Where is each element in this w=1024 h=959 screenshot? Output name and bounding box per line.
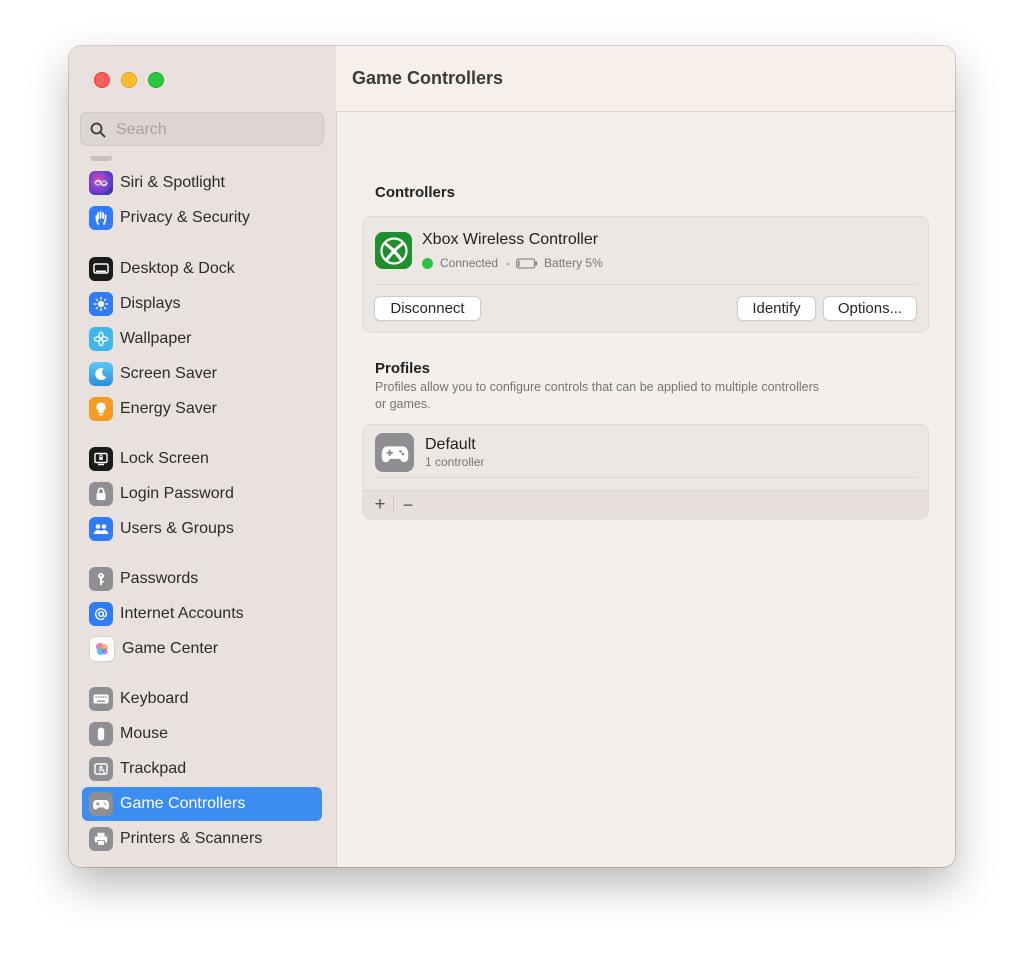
profiles-description: Profiles allow you to configure controls… (375, 379, 935, 413)
lock-screen-icon (89, 447, 113, 471)
sidebar-item-label: Users & Groups (120, 520, 234, 537)
battery-level: Battery 5% (544, 256, 603, 270)
sidebar-item-label: Screen Saver (120, 365, 217, 382)
identify-button[interactable]: Identify (737, 296, 816, 321)
minimize-button[interactable] (121, 72, 137, 88)
sidebar-item-label: Trackpad (120, 760, 187, 777)
key-icon (89, 567, 113, 591)
sidebar-item-login-password[interactable]: Login Password (82, 477, 322, 511)
sidebar-item-label: Wallpaper (120, 330, 192, 347)
sidebar-item-game-center[interactable]: Game Center (82, 632, 322, 666)
sidebar-item-label: Lock Screen (120, 450, 209, 467)
battery-icon (516, 257, 538, 269)
toolbar-divider (393, 496, 394, 513)
sidebar-item-label: Game Center (122, 640, 219, 657)
search-field[interactable] (80, 112, 324, 146)
sidebar-item-keyboard[interactable]: Keyboard (82, 682, 322, 716)
sidebar-item-label: Passwords (120, 570, 199, 587)
users-icon (89, 517, 113, 541)
sidebar-item-label: Privacy & Security (120, 209, 250, 226)
controller-name: Xbox Wireless Controller (422, 231, 599, 248)
window-controls (94, 72, 164, 88)
sidebar-item-internet-accounts[interactable]: Internet Accounts (82, 597, 322, 631)
remove-profile-button[interactable]: − (398, 495, 418, 515)
sidebar-item-label: Desktop & Dock (120, 260, 235, 277)
card-divider (375, 477, 916, 478)
keyboard-icon (89, 687, 113, 711)
profile-detail: 1 controller (425, 455, 485, 469)
sidebar-item-lock-screen[interactable]: Lock Screen (82, 442, 322, 476)
connection-status: Connected (440, 256, 499, 270)
flower-icon (89, 327, 113, 351)
sidebar-item-game-controllers[interactable]: Game Controllers (82, 787, 322, 821)
sidebar-item-label: Internet Accounts (120, 605, 244, 622)
sidebar-item-displays[interactable]: Displays (82, 287, 322, 321)
sidebar-item-passwords[interactable]: Passwords (82, 562, 322, 596)
sun-icon (89, 292, 113, 316)
moon-icon (89, 362, 113, 386)
options-button[interactable]: Options... (823, 296, 917, 321)
zoom-button[interactable] (148, 72, 164, 88)
profiles-heading: Profiles (375, 360, 431, 377)
scrolled-item-edge (90, 156, 112, 161)
sidebar-item-privacy-security[interactable]: Privacy & Security (82, 201, 322, 235)
status-separator: - (506, 256, 511, 270)
profiles-toolbar: + − (363, 490, 928, 520)
profiles-description-line: or games. (375, 397, 431, 411)
status-indicator (422, 257, 433, 269)
settings-window: Siri & Spotlight Privacy & Security Desk… (69, 46, 955, 867)
sidebar-item-siri-spotlight[interactable]: Siri & Spotlight (82, 166, 322, 200)
sidebar-item-label: Keyboard (120, 690, 189, 707)
controllers-heading: Controllers (375, 184, 456, 201)
gamepad-icon (375, 433, 414, 472)
disconnect-button[interactable]: Disconnect (374, 296, 481, 321)
sidebar-item-energy-saver[interactable]: Energy Saver (82, 392, 322, 426)
lock-icon (89, 482, 113, 506)
sidebar: Siri & Spotlight Privacy & Security Desk… (69, 46, 337, 867)
main-content: Controllers Xbox Wireless Controller Con… (336, 112, 955, 867)
xbox-icon (375, 232, 412, 269)
close-button[interactable] (94, 72, 110, 88)
title-bar: Game Controllers (336, 46, 955, 112)
sidebar-item-mouse[interactable]: Mouse (82, 717, 322, 751)
profiles-card: Default 1 controller + − (362, 424, 929, 520)
siri-icon (89, 171, 113, 195)
hand-icon (89, 206, 113, 230)
card-divider (375, 284, 916, 285)
printer-icon (89, 827, 113, 851)
search-input[interactable] (114, 119, 318, 141)
sidebar-item-users-groups[interactable]: Users & Groups (82, 512, 322, 546)
sidebar-item-label: Displays (120, 295, 181, 312)
mouse-icon (89, 722, 113, 746)
sidebar-item-label: Mouse (120, 725, 169, 742)
sidebar-item-wallpaper[interactable]: Wallpaper (82, 322, 322, 356)
sidebar-item-label: Login Password (120, 485, 234, 502)
add-profile-button[interactable]: + (370, 495, 390, 515)
dock-icon (89, 257, 113, 281)
at-icon (89, 602, 113, 626)
sidebar-item-label: Energy Saver (120, 400, 217, 417)
sidebar-item-screen-saver[interactable]: Screen Saver (82, 357, 322, 391)
search-icon (90, 122, 106, 138)
page-title: Game Controllers (352, 68, 504, 88)
sidebar-item-printers-scanners[interactable]: Printers & Scanners (82, 822, 322, 856)
trackpad-icon (89, 757, 113, 781)
controller-status-row: Connected - Battery 5% (422, 256, 603, 270)
profiles-description-line: Profiles allow you to configure controls… (375, 380, 819, 394)
sidebar-item-label: Siri & Spotlight (120, 174, 225, 191)
game-center-icon (89, 636, 115, 662)
sidebar-item-desktop-dock[interactable]: Desktop & Dock (82, 252, 322, 286)
gamepad-icon (89, 792, 113, 816)
sidebar-item-label: Game Controllers (120, 795, 246, 812)
profile-row-default[interactable]: Default 1 controller (363, 425, 928, 477)
sidebar-item-trackpad[interactable]: Trackpad (82, 752, 322, 786)
bulb-icon (89, 397, 113, 421)
profile-name: Default (425, 436, 476, 453)
sidebar-item-label: Printers & Scanners (120, 830, 263, 847)
controller-card: Xbox Wireless Controller Connected - Bat… (362, 216, 929, 333)
